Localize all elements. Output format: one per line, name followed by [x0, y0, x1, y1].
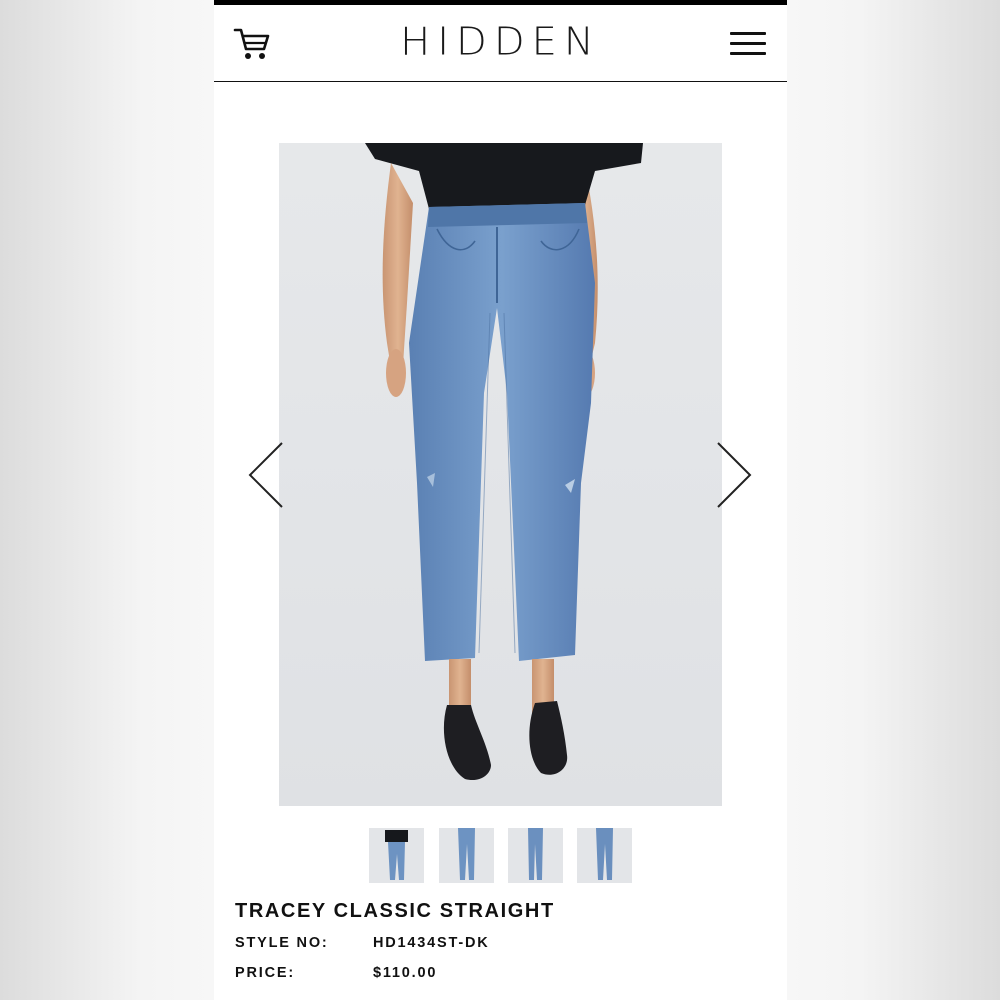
thumbnail-strip [369, 828, 633, 884]
product-main-image [279, 143, 722, 806]
thumbnail-2[interactable] [439, 828, 494, 883]
site-header: HIDDEN [214, 5, 787, 82]
product-title: TRACEY CLASSIC STRAIGHT [235, 900, 555, 922]
hamburger-menu-icon[interactable] [726, 27, 770, 59]
thumbnail-3[interactable] [508, 828, 563, 883]
style-number-value: HD1434ST-DK [373, 935, 490, 951]
chevron-left-icon [248, 442, 283, 508]
price-label: PRICE: [235, 965, 295, 981]
cart-icon[interactable] [232, 25, 272, 63]
mobile-viewport: HIDDEN TRACEY CLASSIC STRAIGHT STYLE NO:… [214, 0, 787, 1000]
style-number-label: STYLE NO: [235, 935, 329, 951]
previous-image-button[interactable] [246, 440, 286, 510]
thumbnail-1[interactable] [369, 828, 424, 883]
chevron-right-icon [717, 442, 752, 508]
price-value: $110.00 [373, 965, 438, 981]
brand-name: HIDDEN [400, 20, 601, 64]
thumbnail-4[interactable] [577, 828, 632, 883]
brand-logo[interactable]: HIDDEN [364, 19, 637, 65]
next-image-button[interactable] [714, 440, 754, 510]
